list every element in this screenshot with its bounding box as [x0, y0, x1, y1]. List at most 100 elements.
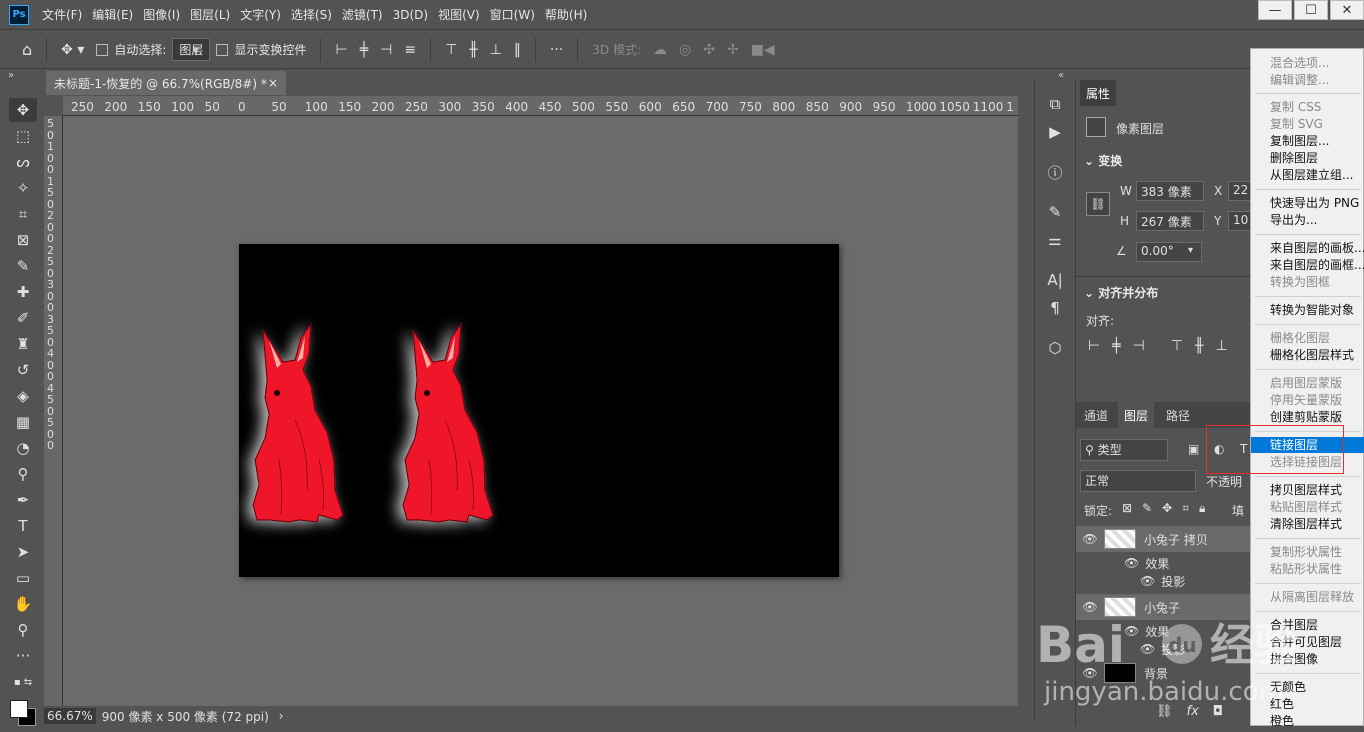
canvas-area[interactable]	[63, 116, 1018, 706]
zoom-tool-icon[interactable]: ⚲	[9, 618, 37, 642]
lock-position-icon[interactable]: ✥	[1162, 501, 1172, 516]
align-center-h-icon[interactable]: ╪	[360, 42, 368, 58]
more-tools-icon[interactable]: ···	[9, 644, 37, 668]
fx-icon[interactable]: fx	[1187, 704, 1199, 719]
foreground-color[interactable]	[10, 700, 28, 718]
layer-row-background[interactable]: 👁︎ 背景	[1076, 660, 1251, 686]
maximize-button[interactable]: ☐	[1294, 0, 1328, 20]
layer-row-rabbit-copy[interactable]: 👁︎ 小兔子 拷贝	[1076, 526, 1251, 552]
menu-filter[interactable]: 滤镜(T)	[342, 6, 383, 23]
distribute-v-icon[interactable]: ‖	[514, 42, 521, 58]
hand-tool-icon[interactable]: ✋	[9, 592, 37, 616]
context-menu-item[interactable]: 清除图层样式	[1270, 516, 1342, 533]
close-button[interactable]: ✕	[1330, 0, 1364, 20]
context-menu-item[interactable]: 快速导出为 PNG	[1270, 195, 1359, 212]
context-menu-item[interactable]: 栅格化图层样式	[1270, 347, 1354, 364]
tab-properties[interactable]: 属性	[1080, 80, 1117, 106]
path-select-icon[interactable]: ➤	[9, 540, 37, 564]
brush-settings-icon[interactable]: ✎	[1035, 198, 1075, 226]
menu-layer[interactable]: 图层(L)	[190, 6, 230, 23]
visibility-eye-icon[interactable]: 👁︎	[1076, 532, 1104, 546]
context-menu-item[interactable]: 拷贝图层样式	[1270, 482, 1342, 499]
brush-tool-icon[interactable]: ✐	[9, 306, 37, 330]
menu-file[interactable]: 文件(F)	[42, 6, 82, 23]
layer-filter-select[interactable]: ⚲ 类型	[1080, 439, 1168, 461]
transform-section-title[interactable]: ⌄ 变换	[1084, 152, 1122, 169]
more-options-button[interactable]: ···	[550, 42, 563, 58]
transform-controls-option[interactable]: 显示变换控件	[216, 41, 306, 58]
magic-wand-icon[interactable]: ✧	[9, 176, 37, 200]
context-menu-item[interactable]: 合并可见图层	[1270, 634, 1342, 651]
tab-layers[interactable]: 图层	[1118, 402, 1155, 428]
character-icon[interactable]: A|	[1035, 266, 1075, 294]
align-top-icon[interactable]: ⊤	[445, 42, 457, 58]
align-middle-v-icon[interactable]: ╫	[469, 42, 477, 58]
document-canvas[interactable]	[239, 244, 839, 577]
move-tool-icon[interactable]: ✥	[9, 98, 37, 122]
3d-cube-icon[interactable]: ⬡	[1035, 334, 1075, 362]
context-menu-item[interactable]: 橙色	[1270, 713, 1294, 730]
layer-row-rabbit[interactable]: 👁︎ 小兔子	[1076, 594, 1251, 620]
distribute-icon[interactable]: ≡	[404, 42, 416, 58]
auto-select-target-select[interactable]: 图层	[172, 38, 211, 61]
lasso-tool-icon[interactable]: ᔕ	[9, 150, 37, 174]
type-tool-icon[interactable]: T	[9, 514, 37, 538]
layer-shadow-row[interactable]: 👁︎ 投影	[1076, 636, 1251, 662]
height-field[interactable]: 267 像素	[1136, 211, 1204, 231]
crop-tool-icon[interactable]: ⌗	[9, 202, 37, 226]
visibility-eye-icon[interactable]: 👁︎	[1076, 600, 1104, 614]
3d-orbit-icon[interactable]: ☁	[653, 42, 667, 58]
eraser-tool-icon[interactable]: ◈	[9, 384, 37, 408]
width-field[interactable]: 383 像素	[1136, 181, 1204, 201]
lock-artboard-icon[interactable]: ⌗	[1182, 501, 1189, 516]
color-swatches[interactable]	[6, 696, 40, 732]
close-tab-icon[interactable]: ×	[268, 76, 278, 90]
adjustments-icon[interactable]: ⚌	[1035, 226, 1075, 254]
add-mask-icon[interactable]: ◘	[1213, 704, 1223, 719]
chevron-down-icon[interactable]: ▾	[1188, 245, 1193, 256]
lock-pixels-icon[interactable]: ✎	[1142, 501, 1152, 516]
menu-help[interactable]: 帮助(H)	[545, 6, 587, 23]
blur-tool-icon[interactable]: ◔	[9, 436, 37, 460]
3d-roll-icon[interactable]: ◎	[679, 42, 691, 58]
context-menu-item[interactable]: 拼合图像	[1270, 651, 1318, 668]
context-menu-item[interactable]: 复制图层...	[1270, 133, 1329, 150]
context-menu-item[interactable]: 无颜色	[1270, 679, 1306, 696]
context-menu-item[interactable]: 转换为智能对象	[1270, 302, 1354, 319]
context-menu-item[interactable]: 从图层建立组...	[1270, 167, 1353, 184]
align-center-icon[interactable]: ╪	[1112, 338, 1120, 354]
swap-colors-icon[interactable]: ▪ ⇆	[9, 670, 37, 694]
paragraph-icon[interactable]: ¶	[1035, 294, 1075, 322]
context-menu-item[interactable]: 创建剪贴蒙版	[1270, 409, 1342, 426]
align-right-icon[interactable]: ⊣	[380, 42, 392, 58]
link-dimensions-icon[interactable]: ⛓	[1086, 192, 1110, 216]
menu-type[interactable]: 文字(Y)	[240, 6, 281, 23]
align-bottom-icon[interactable]: ⊥	[490, 42, 502, 58]
history-icon[interactable]: ⧉	[1035, 90, 1075, 118]
align-bottom-icon[interactable]: ⊥	[1215, 338, 1227, 354]
align-right-icon[interactable]: ⊣	[1133, 338, 1145, 354]
context-menu-item[interactable]: 红色	[1270, 696, 1294, 713]
align-left-icon[interactable]: ⊢	[335, 42, 347, 58]
align-middle-icon[interactable]: ╫	[1195, 338, 1203, 354]
menu-window[interactable]: 窗口(W)	[490, 6, 535, 23]
transform-controls-checkbox[interactable]	[216, 43, 229, 56]
align-top-icon[interactable]: ⊤	[1171, 338, 1183, 354]
zoom-level[interactable]: 66.67%	[44, 708, 96, 724]
menu-image[interactable]: 图像(I)	[143, 6, 180, 23]
dodge-tool-icon[interactable]: ⚲	[9, 462, 37, 486]
menu-select[interactable]: 选择(S)	[291, 6, 332, 23]
marquee-tool-icon[interactable]: ⬚	[9, 124, 37, 148]
visibility-eye-icon[interactable]: 👁︎	[1076, 666, 1104, 680]
healing-brush-icon[interactable]: ✚	[9, 280, 37, 304]
context-menu-item[interactable]: 来自图层的画框...	[1270, 257, 1364, 274]
auto-select-checkbox[interactable]	[96, 43, 109, 56]
menu-view[interactable]: 视图(V)	[438, 6, 480, 23]
tab-paths[interactable]: 路径	[1160, 402, 1196, 428]
3d-slide-icon[interactable]: ✢	[727, 42, 739, 58]
shadow-eye-icon[interactable]: 👁︎	[1140, 642, 1155, 656]
link-layers-icon[interactable]: ⛓	[1156, 704, 1173, 719]
document-tab[interactable]: 未标题-1-恢复的 @ 66.7%(RGB/8#) * ×	[46, 71, 286, 95]
status-menu-arrow[interactable]: ›	[279, 709, 284, 723]
blend-mode-select[interactable]: 正常	[1080, 470, 1196, 492]
